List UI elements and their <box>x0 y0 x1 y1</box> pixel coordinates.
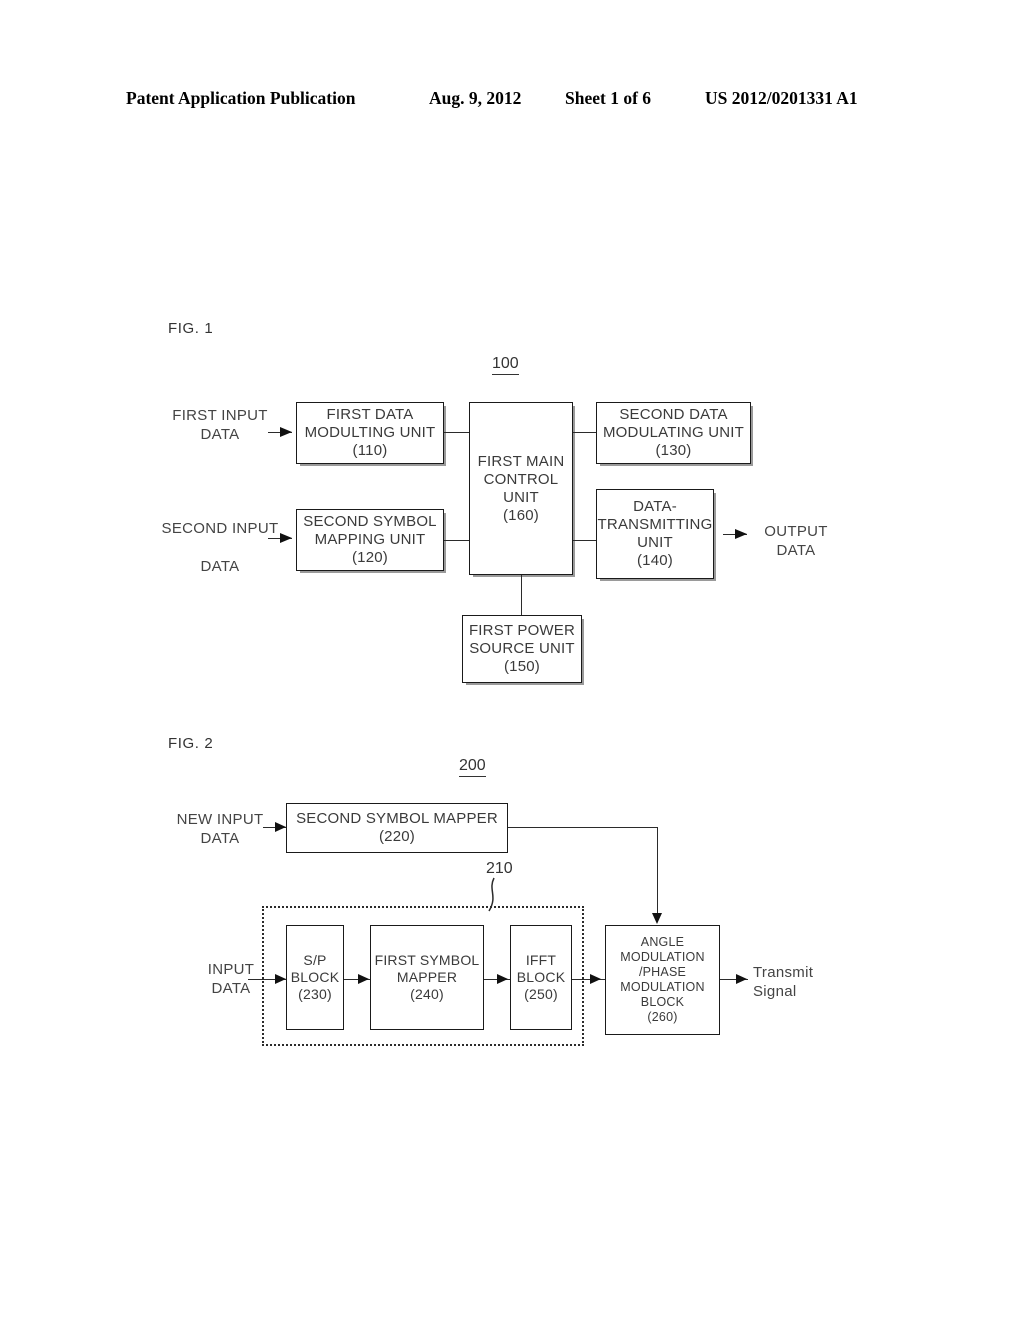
header-docnumber: US 2012/0201331 A1 <box>705 88 858 108</box>
header-publication: Patent Application Publication <box>126 88 356 108</box>
block-ifft-block[interactable]: IFFT BLOCK (250) <box>510 925 572 1030</box>
connector-160-to-150 <box>521 575 522 615</box>
arrowhead-220-into-260 <box>652 913 662 924</box>
block-first-symbol-mapper[interactable]: FIRST SYMBOL MAPPER (240) <box>370 925 484 1030</box>
figure-2-ref-200: 200 <box>459 757 486 777</box>
arrowhead-second-input <box>280 533 292 543</box>
page-header: Patent Application Publication Aug. 9, 2… <box>0 88 1024 112</box>
block-first-data-modulting-unit[interactable]: FIRST DATA MODULTING UNIT (110) <box>296 402 444 464</box>
figure-1-label: FIG. 1 <box>168 320 214 337</box>
header-date: Aug. 9, 2012 <box>429 88 522 108</box>
header-sheet: Sheet 1 of 6 <box>565 88 652 108</box>
figure-2-label: FIG. 2 <box>168 735 214 752</box>
block-sp-block[interactable]: S/P BLOCK (230) <box>286 925 344 1030</box>
first-input-data-label: FIRST INPUT DATA <box>172 407 268 443</box>
arrowhead-output-data <box>735 529 747 539</box>
block-angle-phase-modulation-block[interactable]: ANGLE MODULATION /PHASE MODULATION BLOCK… <box>605 925 720 1035</box>
arrowhead-240-to-250 <box>497 974 508 984</box>
block-second-symbol-mapper[interactable]: SECOND SYMBOL MAPPER (220) <box>286 803 508 853</box>
arrowhead-transmit-signal <box>736 974 747 984</box>
block-first-main-control-unit[interactable]: FIRST MAIN CONTROL UNIT (160) <box>469 402 573 575</box>
arrowhead-new-input <box>275 822 286 832</box>
connector-110-to-160 <box>444 432 470 433</box>
connector-220-right <box>508 827 658 828</box>
block-second-symbol-mapping-unit[interactable]: SECOND SYMBOL MAPPING UNIT (120) <box>296 509 444 571</box>
new-input-data-label: NEW INPUT DATA <box>176 811 264 847</box>
output-data-label: OUTPUT DATA <box>764 523 828 559</box>
connector-220-down <box>657 827 658 916</box>
block-first-power-source-unit[interactable]: FIRST POWER SOURCE UNIT (150) <box>462 615 582 683</box>
block-second-data-modulating-unit[interactable]: SECOND DATA MODULATING UNIT (130) <box>596 402 751 464</box>
block-data-transmitting-unit[interactable]: DATA- TRANSMITTING UNIT (140) <box>596 489 714 579</box>
transmit-signal-label: Transmit Signal <box>753 964 814 1000</box>
connector-160-to-140 <box>573 540 597 541</box>
arrowhead-250-to-260 <box>590 974 601 984</box>
connector-160-to-130 <box>573 432 597 433</box>
second-input-data-label: SECOND INPUT DATA <box>161 520 279 575</box>
connector-120-to-160 <box>444 540 470 541</box>
figure-1-ref-100: 100 <box>492 355 519 375</box>
arrowhead-230-to-240 <box>358 974 369 984</box>
patent-drawing-page: Patent Application Publication Aug. 9, 2… <box>0 0 1024 1320</box>
arrowhead-input-data <box>275 974 286 984</box>
figure-2-ref-210: 210 <box>486 860 513 877</box>
arrowhead-first-input <box>280 427 292 437</box>
